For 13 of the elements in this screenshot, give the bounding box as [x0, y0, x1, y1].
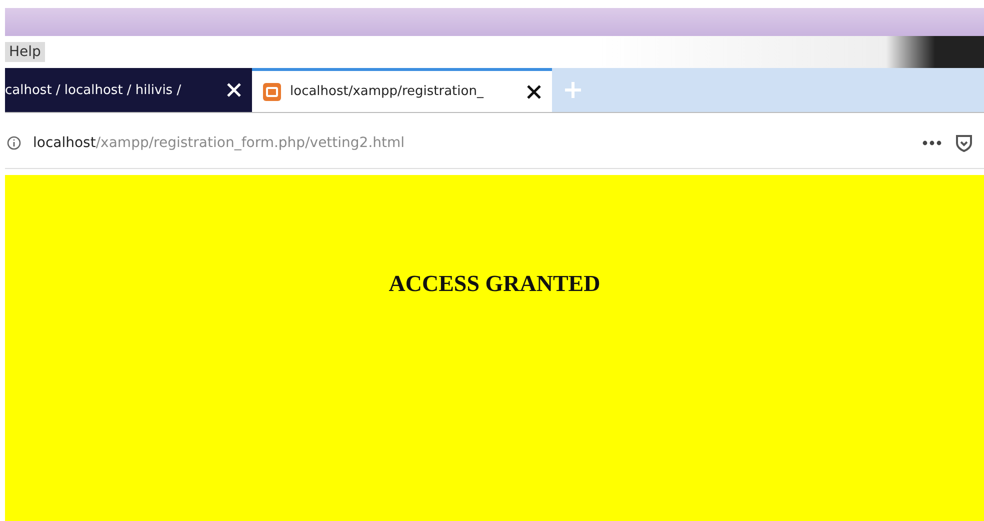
- menu-item[interactable]: Help: [5, 42, 45, 62]
- more-icon[interactable]: [922, 140, 942, 146]
- page-heading: ACCESS GRANTED: [388, 271, 600, 297]
- tab-title: localhost/xampp/registration_: [290, 84, 485, 99]
- browser-tab[interactable]: localhost/xampp/registration_: [252, 68, 552, 112]
- shield-icon[interactable]: [954, 133, 974, 153]
- info-icon: [7, 136, 21, 150]
- page-icon: [262, 82, 282, 102]
- url-text: localhost/xampp/registration_form.php/vetting2.html: [33, 135, 405, 151]
- close-icon[interactable]: [526, 84, 542, 100]
- tab-title: calhost / localhost / hilivis /: [5, 82, 182, 98]
- browser-tab[interactable]: calhost / localhost / hilivis /: [5, 68, 252, 112]
- address-bar[interactable]: localhost/xampp/registration_form.php/vetting2.html: [5, 118, 984, 169]
